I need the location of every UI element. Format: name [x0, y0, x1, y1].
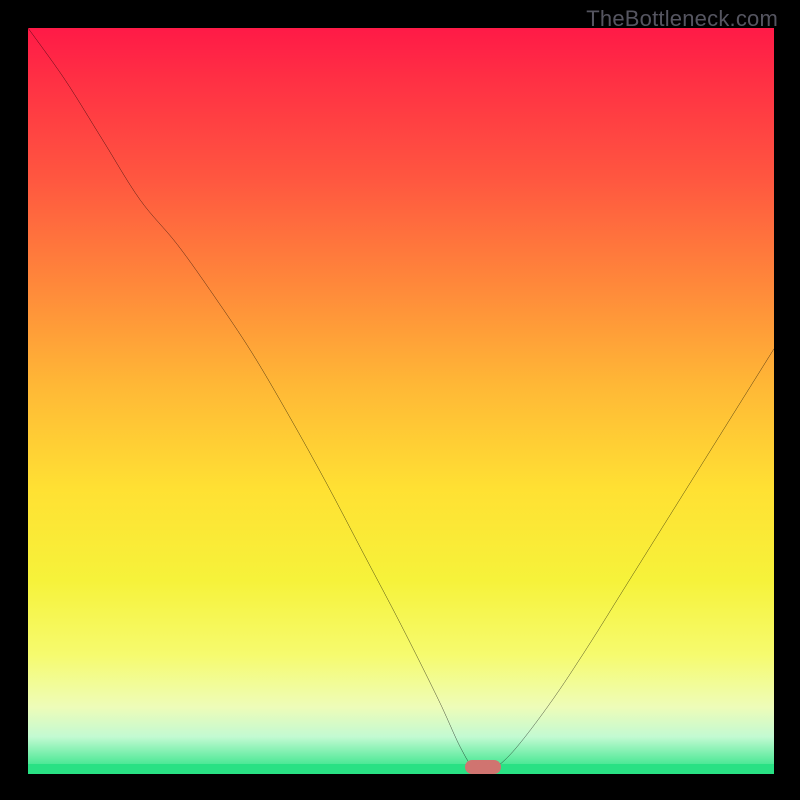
plot-area	[28, 28, 774, 774]
watermark-text: TheBottleneck.com	[586, 6, 778, 32]
curve-path	[28, 28, 774, 773]
optimum-marker	[465, 760, 501, 774]
chart-frame: TheBottleneck.com	[0, 0, 800, 800]
bottleneck-curve	[28, 28, 774, 774]
